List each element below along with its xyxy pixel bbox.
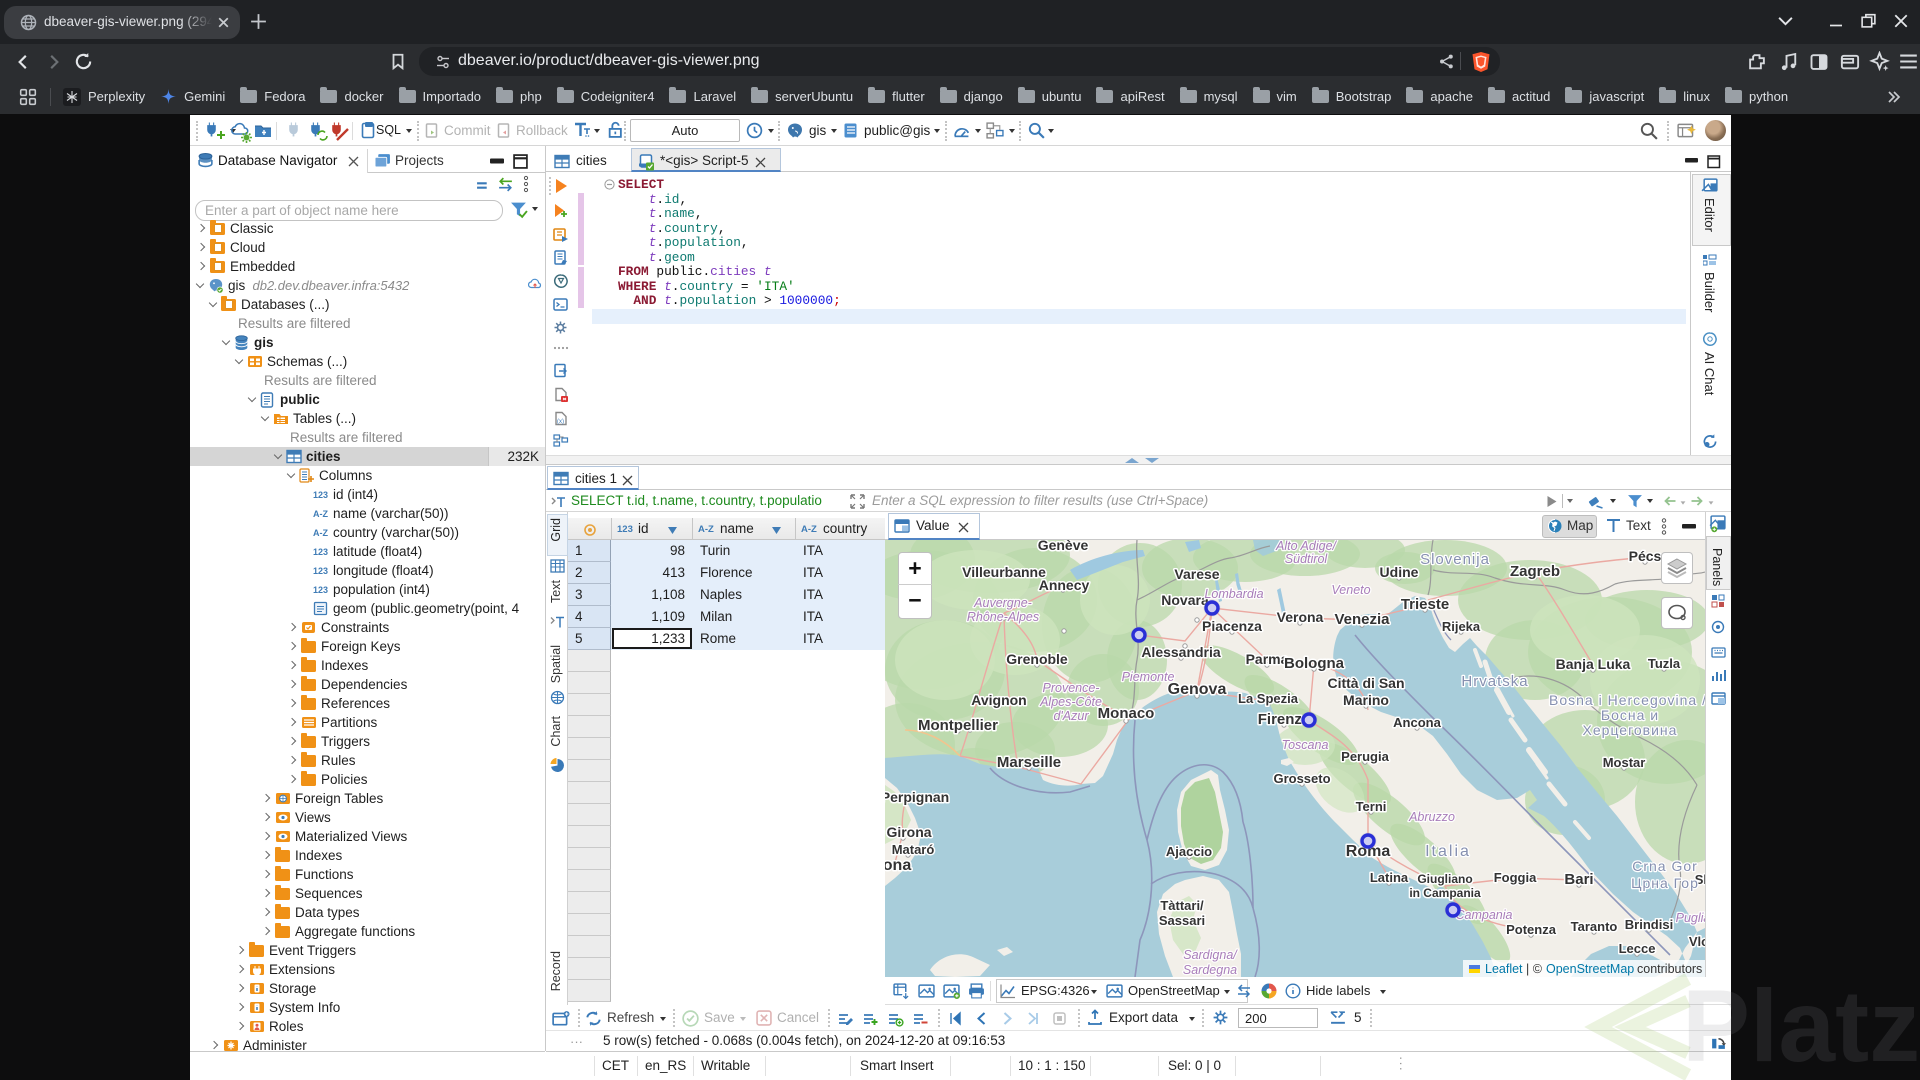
svg-text:Tuzla: Tuzla — [1648, 656, 1681, 671]
svg-text:Udine: Udine — [1380, 564, 1419, 580]
svg-text:Auvergne-: Auvergne- — [973, 596, 1032, 610]
svg-text:Genève: Genève — [1038, 540, 1089, 553]
svg-text:Ajaccio: Ajaccio — [1166, 844, 1212, 859]
svg-text:Brindisi: Brindisi — [1625, 917, 1673, 932]
svg-text:Sardigna/: Sardigna/ — [1183, 948, 1238, 962]
svg-text:Girona: Girona — [886, 824, 931, 840]
svg-text:Foggia: Foggia — [1494, 870, 1537, 885]
svg-text:Südtirol: Südtirol — [1285, 552, 1329, 566]
svg-text:Rijeka: Rijeka — [1442, 619, 1481, 634]
svg-text:in Campania: in Campania — [1409, 886, 1481, 900]
svg-text:Bosna i Hercegovina /: Bosna i Hercegovina / — [1549, 692, 1705, 708]
svg-text:Sassari: Sassari — [1159, 913, 1205, 928]
svg-text:Villeurbanne: Villeurbanne — [962, 564, 1046, 580]
svg-text:Annecy: Annecy — [1039, 577, 1090, 593]
svg-text:Abruzzo: Abruzzo — [1408, 810, 1455, 824]
svg-text:Grenoble: Grenoble — [1006, 651, 1068, 667]
svg-text:Bologna: Bologna — [1284, 655, 1345, 672]
svg-text:Slovenija: Slovenija — [1420, 551, 1490, 568]
svg-text:Rhône-Alpes: Rhône-Alpes — [967, 610, 1039, 624]
svg-text:Genova: Genova — [1168, 681, 1227, 698]
svg-text:Mostar: Mostar — [1603, 755, 1646, 770]
svg-text:Novara: Novara — [1161, 592, 1209, 608]
svg-text:Monaco: Monaco — [1098, 705, 1155, 722]
svg-text:Vlo: Vlo — [1689, 934, 1705, 949]
svg-text:Puglia: Puglia — [1676, 911, 1705, 925]
svg-text:Giugliano: Giugliano — [1417, 872, 1472, 886]
svg-text:Venezia: Venezia — [1334, 611, 1390, 628]
svg-text:Ancona: Ancona — [1393, 715, 1441, 730]
svg-text:Tàttari/: Tàttari/ — [1160, 898, 1204, 913]
svg-text:Piacenza: Piacenza — [1202, 618, 1262, 634]
svg-text:(x): (x) — [557, 419, 564, 425]
svg-text:Bari: Bari — [1564, 871, 1593, 888]
svg-text:Platzi: Platzi — [1682, 969, 1920, 1080]
svg-text:Montpellier: Montpellier — [918, 717, 998, 734]
svg-text:Marseille: Marseille — [997, 754, 1061, 771]
svg-text:Trieste: Trieste — [1401, 596, 1449, 613]
svg-text:Potenza: Potenza — [1506, 922, 1557, 937]
svg-text:Terni: Terni — [1356, 799, 1387, 814]
svg-text:Perugia: Perugia — [1341, 749, 1389, 764]
svg-text:Taranto: Taranto — [1571, 919, 1618, 934]
svg-text:Avignon: Avignon — [971, 692, 1026, 708]
svg-text:Marino: Marino — [1343, 692, 1389, 708]
svg-text:Italia: Italia — [1425, 843, 1471, 860]
svg-text:Zagreb: Zagreb — [1510, 563, 1560, 580]
svg-text:Città di San: Città di San — [1327, 675, 1404, 691]
svg-text:Latina: Latina — [1370, 870, 1409, 885]
svg-text:Alessandria: Alessandria — [1141, 644, 1221, 660]
svg-text:Mataró: Mataró — [892, 842, 935, 857]
svg-text:Херцеговина: Херцеговина — [1583, 722, 1678, 738]
svg-text:Pécs: Pécs — [1629, 548, 1662, 564]
svg-text:Parma: Parma — [1246, 651, 1289, 667]
svg-text:Banja Luka: Banja Luka — [1556, 656, 1631, 672]
svg-text:Alpes-Côte: Alpes-Côte — [1039, 695, 1102, 709]
svg-text:Veneto: Veneto — [1331, 583, 1370, 597]
svg-text:Provence-: Provence- — [1043, 681, 1100, 695]
svg-text:Crna Gor: Crna Gor — [1632, 858, 1698, 874]
svg-text:ona: ona — [885, 857, 911, 874]
svg-text:Sardegna: Sardegna — [1183, 963, 1237, 977]
svg-text:Piemonte: Piemonte — [1122, 670, 1175, 684]
svg-text:Verona: Verona — [1277, 609, 1324, 625]
svg-text:Perpignan: Perpignan — [885, 789, 949, 805]
svg-text:| ©: | © — [1526, 962, 1543, 976]
svg-text:Leaflet: Leaflet — [1485, 962, 1523, 976]
svg-text:d'Azur: d'Azur — [1053, 709, 1089, 723]
svg-text:Lecce: Lecce — [1619, 941, 1656, 956]
svg-text:Lombardia: Lombardia — [1204, 587, 1263, 601]
svg-text:Varese: Varese — [1174, 566, 1219, 582]
svg-text:Toscana: Toscana — [1282, 738, 1329, 752]
svg-text:Босна и: Босна и — [1601, 707, 1659, 723]
svg-text:Hrvatska: Hrvatska — [1461, 673, 1528, 690]
svg-text:Црна Гор: Црна Гор — [1631, 875, 1699, 891]
svg-text:Grosseto: Grosseto — [1273, 771, 1330, 786]
svg-text:La Spezia: La Spezia — [1238, 691, 1299, 706]
svg-text:Campania: Campania — [1456, 908, 1513, 922]
